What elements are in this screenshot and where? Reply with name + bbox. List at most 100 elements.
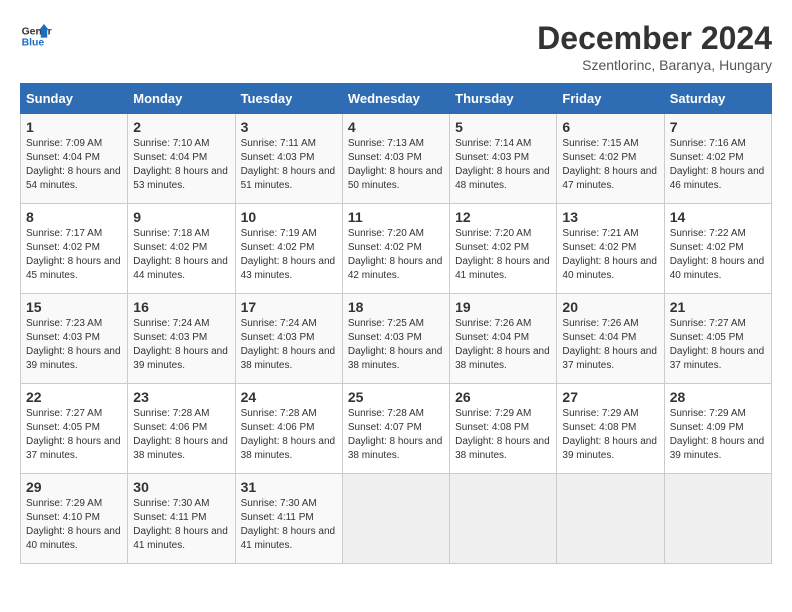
day-number: 26 <box>455 389 551 405</box>
day-info: Sunrise: 7:30 AMSunset: 4:11 PMDaylight:… <box>241 498 336 551</box>
column-header-friday: Friday <box>557 84 664 114</box>
day-info: Sunrise: 7:17 AMSunset: 4:02 PMDaylight:… <box>26 228 121 281</box>
day-number: 1 <box>26 119 122 135</box>
calendar-cell: 12 Sunrise: 7:20 AMSunset: 4:02 PMDaylig… <box>450 204 557 294</box>
day-info: Sunrise: 7:13 AMSunset: 4:03 PMDaylight:… <box>348 138 443 191</box>
calendar-cell: 22 Sunrise: 7:27 AMSunset: 4:05 PMDaylig… <box>21 384 128 474</box>
day-number: 28 <box>670 389 766 405</box>
column-header-tuesday: Tuesday <box>235 84 342 114</box>
calendar-cell: 8 Sunrise: 7:17 AMSunset: 4:02 PMDayligh… <box>21 204 128 294</box>
calendar-cell: 16 Sunrise: 7:24 AMSunset: 4:03 PMDaylig… <box>128 294 235 384</box>
day-info: Sunrise: 7:29 AMSunset: 4:08 PMDaylight:… <box>562 408 657 461</box>
day-number: 20 <box>562 299 658 315</box>
calendar-cell: 24 Sunrise: 7:28 AMSunset: 4:06 PMDaylig… <box>235 384 342 474</box>
day-info: Sunrise: 7:29 AMSunset: 4:08 PMDaylight:… <box>455 408 550 461</box>
month-title: December 2024 <box>537 20 772 57</box>
svg-text:General: General <box>22 26 52 37</box>
calendar-cell: 13 Sunrise: 7:21 AMSunset: 4:02 PMDaylig… <box>557 204 664 294</box>
calendar-cell: 18 Sunrise: 7:25 AMSunset: 4:03 PMDaylig… <box>342 294 449 384</box>
calendar-cell: 2 Sunrise: 7:10 AMSunset: 4:04 PMDayligh… <box>128 114 235 204</box>
day-info: Sunrise: 7:20 AMSunset: 4:02 PMDaylight:… <box>455 228 550 281</box>
column-header-sunday: Sunday <box>21 84 128 114</box>
day-number: 12 <box>455 209 551 225</box>
column-header-monday: Monday <box>128 84 235 114</box>
day-info: Sunrise: 7:24 AMSunset: 4:03 PMDaylight:… <box>241 318 336 371</box>
day-info: Sunrise: 7:24 AMSunset: 4:03 PMDaylight:… <box>133 318 228 371</box>
calendar-cell: 20 Sunrise: 7:26 AMSunset: 4:04 PMDaylig… <box>557 294 664 384</box>
calendar-cell: 4 Sunrise: 7:13 AMSunset: 4:03 PMDayligh… <box>342 114 449 204</box>
calendar-cell: 7 Sunrise: 7:16 AMSunset: 4:02 PMDayligh… <box>664 114 771 204</box>
calendar-cell <box>557 474 664 564</box>
calendar-cell: 1 Sunrise: 7:09 AMSunset: 4:04 PMDayligh… <box>21 114 128 204</box>
calendar-week-3: 15 Sunrise: 7:23 AMSunset: 4:03 PMDaylig… <box>21 294 772 384</box>
column-header-wednesday: Wednesday <box>342 84 449 114</box>
calendar-cell: 31 Sunrise: 7:30 AMSunset: 4:11 PMDaylig… <box>235 474 342 564</box>
day-info: Sunrise: 7:28 AMSunset: 4:06 PMDaylight:… <box>241 408 336 461</box>
day-info: Sunrise: 7:21 AMSunset: 4:02 PMDaylight:… <box>562 228 657 281</box>
calendar-week-4: 22 Sunrise: 7:27 AMSunset: 4:05 PMDaylig… <box>21 384 772 474</box>
day-info: Sunrise: 7:25 AMSunset: 4:03 PMDaylight:… <box>348 318 443 371</box>
calendar-cell <box>664 474 771 564</box>
day-info: Sunrise: 7:26 AMSunset: 4:04 PMDaylight:… <box>562 318 657 371</box>
day-info: Sunrise: 7:22 AMSunset: 4:02 PMDaylight:… <box>670 228 765 281</box>
day-number: 18 <box>348 299 444 315</box>
day-info: Sunrise: 7:11 AMSunset: 4:03 PMDaylight:… <box>241 138 336 191</box>
day-info: Sunrise: 7:23 AMSunset: 4:03 PMDaylight:… <box>26 318 121 371</box>
day-number: 16 <box>133 299 229 315</box>
day-info: Sunrise: 7:29 AMSunset: 4:10 PMDaylight:… <box>26 498 121 551</box>
calendar-cell: 3 Sunrise: 7:11 AMSunset: 4:03 PMDayligh… <box>235 114 342 204</box>
day-info: Sunrise: 7:19 AMSunset: 4:02 PMDaylight:… <box>241 228 336 281</box>
calendar-cell: 30 Sunrise: 7:30 AMSunset: 4:11 PMDaylig… <box>128 474 235 564</box>
day-number: 14 <box>670 209 766 225</box>
day-number: 9 <box>133 209 229 225</box>
svg-text:Blue: Blue <box>22 38 45 49</box>
day-info: Sunrise: 7:09 AMSunset: 4:04 PMDaylight:… <box>26 138 121 191</box>
logo: General Blue <box>20 20 52 52</box>
day-number: 24 <box>241 389 337 405</box>
day-number: 21 <box>670 299 766 315</box>
day-number: 25 <box>348 389 444 405</box>
day-info: Sunrise: 7:16 AMSunset: 4:02 PMDaylight:… <box>670 138 765 191</box>
day-number: 29 <box>26 479 122 495</box>
day-number: 31 <box>241 479 337 495</box>
calendar-cell: 19 Sunrise: 7:26 AMSunset: 4:04 PMDaylig… <box>450 294 557 384</box>
calendar-cell <box>450 474 557 564</box>
calendar-cell: 11 Sunrise: 7:20 AMSunset: 4:02 PMDaylig… <box>342 204 449 294</box>
day-number: 22 <box>26 389 122 405</box>
day-number: 8 <box>26 209 122 225</box>
day-number: 4 <box>348 119 444 135</box>
calendar-cell: 25 Sunrise: 7:28 AMSunset: 4:07 PMDaylig… <box>342 384 449 474</box>
day-number: 13 <box>562 209 658 225</box>
calendar-cell: 9 Sunrise: 7:18 AMSunset: 4:02 PMDayligh… <box>128 204 235 294</box>
day-info: Sunrise: 7:15 AMSunset: 4:02 PMDaylight:… <box>562 138 657 191</box>
calendar-cell: 27 Sunrise: 7:29 AMSunset: 4:08 PMDaylig… <box>557 384 664 474</box>
calendar-cell: 26 Sunrise: 7:29 AMSunset: 4:08 PMDaylig… <box>450 384 557 474</box>
day-number: 17 <box>241 299 337 315</box>
day-number: 7 <box>670 119 766 135</box>
calendar-cell: 6 Sunrise: 7:15 AMSunset: 4:02 PMDayligh… <box>557 114 664 204</box>
day-number: 5 <box>455 119 551 135</box>
day-number: 2 <box>133 119 229 135</box>
day-info: Sunrise: 7:10 AMSunset: 4:04 PMDaylight:… <box>133 138 228 191</box>
calendar-week-5: 29 Sunrise: 7:29 AMSunset: 4:10 PMDaylig… <box>21 474 772 564</box>
calendar-cell: 10 Sunrise: 7:19 AMSunset: 4:02 PMDaylig… <box>235 204 342 294</box>
day-info: Sunrise: 7:27 AMSunset: 4:05 PMDaylight:… <box>26 408 121 461</box>
day-number: 23 <box>133 389 229 405</box>
calendar-cell: 29 Sunrise: 7:29 AMSunset: 4:10 PMDaylig… <box>21 474 128 564</box>
day-number: 6 <box>562 119 658 135</box>
location-subtitle: Szentlorinc, Baranya, Hungary <box>537 57 772 73</box>
day-number: 10 <box>241 209 337 225</box>
calendar-cell: 23 Sunrise: 7:28 AMSunset: 4:06 PMDaylig… <box>128 384 235 474</box>
column-header-saturday: Saturday <box>664 84 771 114</box>
calendar-cell: 5 Sunrise: 7:14 AMSunset: 4:03 PMDayligh… <box>450 114 557 204</box>
day-info: Sunrise: 7:30 AMSunset: 4:11 PMDaylight:… <box>133 498 228 551</box>
day-info: Sunrise: 7:26 AMSunset: 4:04 PMDaylight:… <box>455 318 550 371</box>
title-block: December 2024 Szentlorinc, Baranya, Hung… <box>537 20 772 73</box>
calendar-cell <box>342 474 449 564</box>
header-row: SundayMondayTuesdayWednesdayThursdayFrid… <box>21 84 772 114</box>
calendar-table: SundayMondayTuesdayWednesdayThursdayFrid… <box>20 83 772 564</box>
calendar-cell: 21 Sunrise: 7:27 AMSunset: 4:05 PMDaylig… <box>664 294 771 384</box>
calendar-week-2: 8 Sunrise: 7:17 AMSunset: 4:02 PMDayligh… <box>21 204 772 294</box>
calendar-cell: 28 Sunrise: 7:29 AMSunset: 4:09 PMDaylig… <box>664 384 771 474</box>
day-number: 15 <box>26 299 122 315</box>
